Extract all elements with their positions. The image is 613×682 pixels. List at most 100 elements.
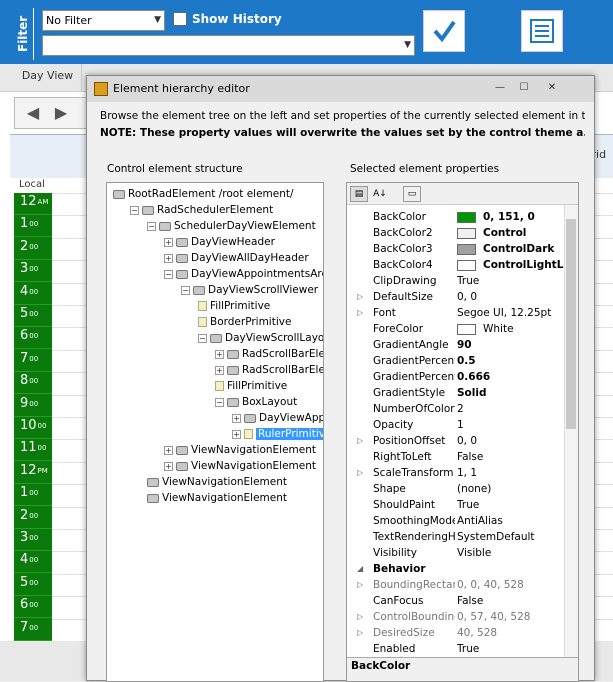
property-row[interactable]: TextRenderingHi SystemDefault — [347, 529, 565, 545]
expand-arrow-icon[interactable]: ▷ — [357, 465, 363, 481]
tree-node[interactable]: FillPrimitive — [198, 298, 270, 314]
expand-arrow-icon[interactable]: ▷ — [357, 609, 363, 625]
tree-node[interactable]: + RadScrollBarEleme — [215, 346, 323, 362]
expand-icon[interactable]: + — [164, 445, 173, 455]
tree-node[interactable]: − DayViewScrollLayoutP — [198, 330, 323, 346]
property-row[interactable]: Opacity 1 — [347, 417, 565, 433]
property-value[interactable]: 1 — [457, 417, 565, 433]
property-row[interactable]: ForeColor White — [347, 321, 565, 337]
maximize-icon[interactable]: ☐ — [515, 80, 533, 96]
property-row[interactable]: ▷ ScaleTransform 1, 1 — [347, 465, 565, 481]
tab-day-view[interactable]: Day View — [14, 64, 82, 92]
property-value[interactable]: AntiAlias — [457, 513, 565, 529]
property-row[interactable]: Visibility Visible — [347, 545, 565, 561]
property-row[interactable]: BackColor4 ControlLightLi — [347, 257, 565, 273]
alphabetical-icon[interactable]: A↓ — [371, 186, 389, 202]
tree-node[interactable]: + RadScrollBarEleme — [215, 362, 323, 378]
property-value[interactable]: True — [457, 497, 565, 513]
property-row[interactable]: BackColor3 ControlDark — [347, 241, 565, 257]
scrollbar-thumb[interactable] — [566, 219, 576, 429]
property-category[interactable]: ◢ Behavior — [347, 561, 565, 577]
property-row[interactable]: GradientAngle 90 — [347, 337, 565, 353]
expand-icon[interactable]: + — [215, 349, 224, 359]
property-value[interactable]: 0, 57, 40, 528 — [457, 609, 565, 625]
property-value[interactable]: Control — [457, 225, 565, 241]
property-row[interactable]: Enabled True — [347, 641, 565, 657]
property-value[interactable]: Solid — [457, 385, 565, 401]
expand-icon[interactable]: + — [215, 365, 224, 375]
property-row[interactable]: GradientPercenta0.5 — [347, 353, 565, 369]
property-value[interactable]: 0, 151, 0 — [457, 209, 565, 225]
property-row[interactable]: ▷ DefaultSize 0, 0 — [347, 289, 565, 305]
property-row[interactable]: ▷ PositionOffset 0, 0 — [347, 433, 565, 449]
collapse-icon[interactable]: − — [198, 333, 207, 343]
property-value[interactable]: 0.666 — [457, 369, 565, 385]
property-value[interactable]: False — [457, 593, 565, 609]
collapse-icon[interactable]: − — [164, 269, 173, 279]
filter-combo[interactable]: No Filter ▼ — [42, 10, 165, 31]
tree-node[interactable]: − RadSchedulerElement — [130, 202, 273, 218]
expand-arrow-icon[interactable]: ▷ — [357, 289, 363, 305]
property-row[interactable]: RightToLeft False — [347, 449, 565, 465]
property-value[interactable]: 0, 0 — [457, 289, 565, 305]
expand-icon[interactable]: + — [164, 237, 173, 247]
tree-node[interactable]: − BoxLayout — [215, 394, 297, 410]
minimize-icon[interactable]: — — [491, 80, 509, 96]
next-arrow-icon[interactable]: ▶ — [51, 101, 71, 125]
tree-node[interactable]: ViewNavigationElement — [147, 474, 287, 490]
property-row[interactable]: ClipDrawing True — [347, 273, 565, 289]
chevron-down-icon[interactable]: ▼ — [404, 36, 411, 55]
property-value[interactable]: 0, 0 — [457, 433, 565, 449]
filter-expression-combo[interactable]: ▼ — [42, 35, 415, 56]
tree-node[interactable]: + DayViewHeader — [164, 234, 275, 250]
property-pages-icon[interactable]: ▭ — [403, 186, 421, 202]
expand-arrow-icon[interactable]: ▷ — [357, 433, 363, 449]
tree-node[interactable]: − DayViewAppointmentsArea — [164, 266, 323, 282]
close-icon[interactable]: ✕ — [543, 80, 561, 96]
tree-node[interactable]: + DayViewAllDayHeader — [164, 250, 309, 266]
property-row[interactable]: ShouldPaint True — [347, 497, 565, 513]
property-value[interactable]: True — [457, 273, 565, 289]
property-grid[interactable]: ▤ A↓ ▭ BackColor 0, 151, 0 BackColor2 Contr… — [346, 182, 579, 682]
tree-node[interactable]: + RulerPrimitive — [232, 426, 323, 442]
expand-icon[interactable]: + — [232, 429, 241, 439]
property-row[interactable]: GradientPercenta0.666 — [347, 369, 565, 385]
collapse-icon[interactable]: − — [215, 397, 224, 407]
collapse-icon[interactable]: − — [181, 285, 190, 295]
property-value[interactable]: (none) — [457, 481, 565, 497]
property-row[interactable]: Shape (none) — [347, 481, 565, 497]
tree-node[interactable]: FillPrimitive — [215, 378, 287, 394]
property-row[interactable]: BackColor2 Control — [347, 225, 565, 241]
property-value[interactable]: True — [457, 641, 565, 657]
tree-node[interactable]: BorderPrimitive — [198, 314, 291, 330]
expand-icon[interactable]: + — [232, 413, 241, 423]
property-row[interactable]: GradientStyle Solid — [347, 385, 565, 401]
list-view-button[interactable] — [521, 10, 563, 52]
property-row[interactable]: BackColor 0, 151, 0 — [347, 209, 565, 225]
tree-node[interactable]: + ViewNavigationElement — [164, 458, 316, 474]
collapse-icon[interactable]: − — [130, 205, 139, 215]
property-value[interactable]: False — [457, 449, 565, 465]
property-value[interactable]: 2 — [457, 401, 565, 417]
tree-node[interactable]: + ViewNavigationElement — [164, 442, 316, 458]
expand-arrow-icon[interactable]: ▷ — [357, 577, 363, 593]
expand-arrow-icon[interactable]: ▷ — [357, 625, 363, 641]
tree-node[interactable]: − DayViewScrollViewer — [181, 282, 318, 298]
expand-icon[interactable]: + — [164, 253, 173, 263]
show-history-checkbox[interactable] — [173, 12, 187, 26]
property-value[interactable]: 0, 0, 40, 528 — [457, 577, 565, 593]
property-row[interactable]: SmoothingMode AntiAlias — [347, 513, 565, 529]
previous-arrow-icon[interactable]: ◀ — [23, 101, 43, 125]
property-row[interactable]: ▷ DesiredSize 40, 528 — [347, 625, 565, 641]
property-row[interactable]: ▷ BoundingRectan 0, 0, 40, 528 — [347, 577, 565, 593]
tree-node[interactable]: − SchedulerDayViewElement — [147, 218, 316, 234]
property-value[interactable]: 0.5 — [457, 353, 565, 369]
property-row[interactable]: NumberOfColors 2 — [347, 401, 565, 417]
property-value[interactable]: 40, 528 — [457, 625, 565, 641]
property-value[interactable]: ControlLightLi — [457, 257, 565, 273]
property-value[interactable]: Segoe UI, 12.25pt — [457, 305, 565, 321]
categorized-icon[interactable]: ▤ — [350, 186, 368, 202]
expand-arrow-icon[interactable]: ◢ — [357, 561, 363, 577]
property-value[interactable]: 90 — [457, 337, 565, 353]
property-row[interactable]: ▷ Font Segoe UI, 12.25pt — [347, 305, 565, 321]
